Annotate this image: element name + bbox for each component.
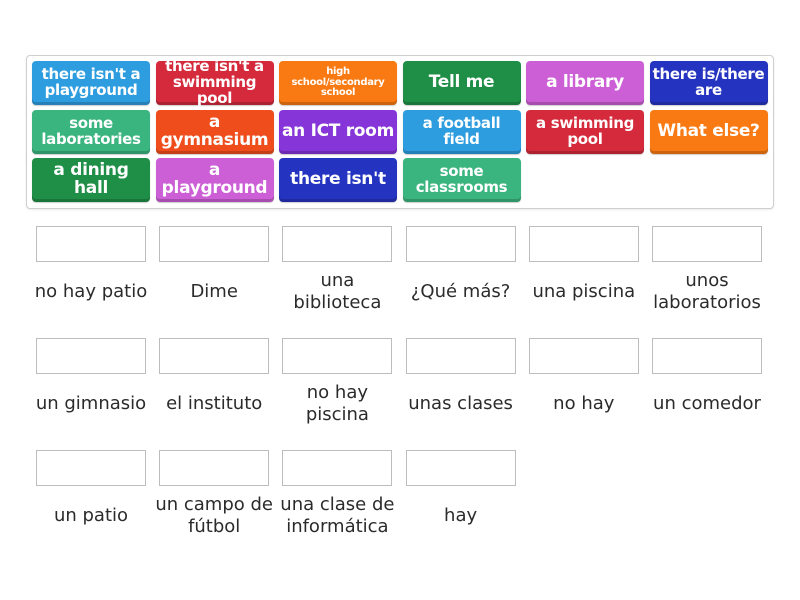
answer-tile[interactable]: an ICT room (279, 109, 397, 154)
answer-tile[interactable]: a football field (402, 109, 521, 154)
target-label: unos laboratorios (653, 270, 761, 313)
target-label: un gimnasio (35, 393, 147, 414)
target-label: un comedor (653, 393, 761, 414)
drop-slot[interactable] (405, 338, 516, 374)
drop-slot[interactable] (36, 226, 146, 262)
target-label: ¿Qué más? (410, 281, 511, 302)
target-label: no hay (553, 393, 615, 414)
target-label: un campo de fútbol (155, 494, 274, 537)
answer-tile[interactable]: a dining hall (32, 158, 150, 202)
target-label: una clase de informática (280, 494, 395, 537)
answer-tile[interactable]: a playground (155, 158, 274, 202)
target-label: un patio (53, 505, 129, 526)
target-label: no hay piscina (305, 382, 369, 425)
drop-slot[interactable] (652, 226, 762, 262)
answer-tile[interactable]: high school/secondary school (279, 61, 397, 105)
target-label: hay (444, 505, 478, 526)
answer-tile[interactable]: a gymnasium (155, 109, 274, 154)
drop-slot[interactable] (159, 450, 270, 486)
answer-tile[interactable]: there isn't a swimming pool (155, 59, 274, 106)
target-label: el instituto (166, 393, 263, 414)
drop-slot[interactable] (405, 450, 516, 486)
answer-tile[interactable]: some laboratories (32, 109, 150, 154)
drop-slot[interactable] (282, 226, 393, 262)
target-label: no hay patio (34, 281, 148, 302)
answer-tile[interactable]: there isn't a playground (32, 61, 150, 105)
target-label: una piscina (532, 281, 636, 302)
answer-tile[interactable]: a library (526, 61, 644, 105)
drop-slot[interactable] (36, 450, 146, 486)
drop-slot[interactable] (282, 450, 393, 486)
drop-slot[interactable] (159, 226, 270, 262)
drop-slot[interactable] (652, 338, 762, 374)
target-label: Dime (190, 281, 238, 302)
answer-tile[interactable]: a swimming pool (526, 109, 644, 154)
drop-slot[interactable] (528, 226, 639, 262)
drop-slot[interactable] (528, 338, 639, 374)
answer-tile[interactable]: there is/there are (649, 61, 768, 105)
target-label: unas clases (408, 393, 513, 414)
answer-tile[interactable]: Tell me (402, 61, 521, 105)
target-label: una biblioteca (293, 270, 382, 313)
answer-tile[interactable]: some classrooms (402, 158, 521, 202)
answer-tile[interactable]: What else? (649, 109, 768, 154)
drop-slot[interactable] (159, 338, 270, 374)
drop-slot[interactable] (282, 338, 393, 374)
drop-slot[interactable] (405, 226, 516, 262)
drop-slot[interactable] (36, 338, 146, 374)
answer-tile[interactable]: there isn't (279, 158, 397, 202)
